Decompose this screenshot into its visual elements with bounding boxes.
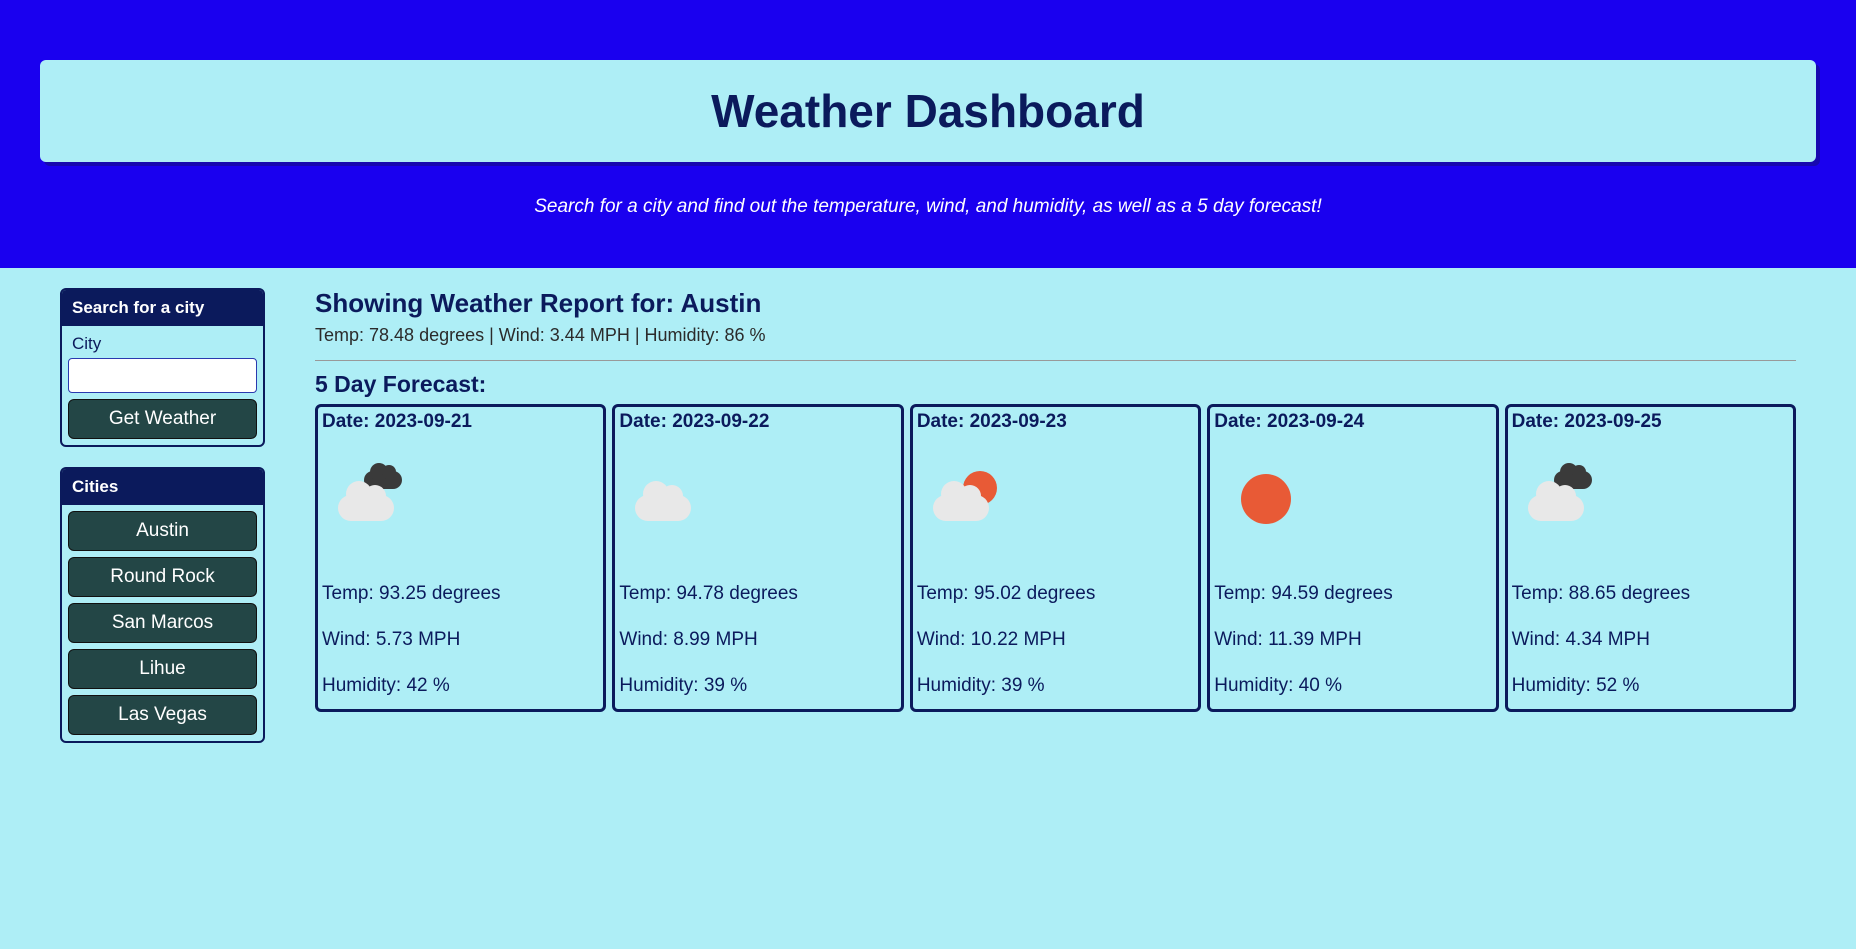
forecast-temp: Temp: 94.59 degrees [1214, 583, 1491, 605]
forecast-wind: Wind: 8.99 MPH [619, 629, 896, 651]
cloud-dark-icon [1528, 471, 1600, 527]
city-history-button[interactable]: Round Rock [68, 557, 257, 597]
forecast-temp: Temp: 93.25 degrees [322, 583, 599, 605]
forecast-wind: Wind: 4.34 MPH [1512, 629, 1789, 651]
divider [315, 360, 1796, 361]
header: Weather Dashboard Search for a city and … [0, 0, 1856, 268]
forecast-card: Date: 2023-09-23 Temp: 95.02 degrees Wind:… [910, 404, 1201, 712]
forecast-icon-wrap [1214, 439, 1491, 559]
title-banner: Weather Dashboard [40, 60, 1816, 162]
forecast-wind: Wind: 5.73 MPH [322, 629, 599, 651]
forecast-wind: Wind: 10.22 MPH [917, 629, 1194, 651]
forecast-icon-wrap [1512, 439, 1789, 559]
search-panel-body: City Get Weather [62, 326, 263, 445]
forecast-humidity: Humidity: 42 % [322, 675, 599, 697]
forecast-date: Date: 2023-09-22 [619, 411, 896, 433]
search-panel-title: Search for a city [62, 290, 263, 326]
forecast-cards: Date: 2023-09-21 Temp: 93.25 degrees Wind:… [315, 404, 1796, 712]
cloud-sun-icon [933, 471, 1005, 527]
forecast-date: Date: 2023-09-23 [917, 411, 1194, 433]
forecast-card: Date: 2023-09-25 Temp: 88.65 degrees Wind:… [1505, 404, 1796, 712]
cities-panel: Cities Austin Round Rock San Marcos Lihue La… [60, 467, 265, 743]
page-title: Weather Dashboard [64, 84, 1792, 138]
get-weather-button[interactable]: Get Weather [68, 399, 257, 439]
forecast-card: Date: 2023-09-24 Temp: 94.59 degrees Wind:… [1207, 404, 1498, 712]
city-history-button[interactable]: Las Vegas [68, 695, 257, 735]
page-subtitle: Search for a city and find out the tempe… [40, 196, 1816, 218]
forecast-title: 5 Day Forecast: [315, 371, 1796, 398]
sidebar: Search for a city City Get Weather Citie… [60, 288, 265, 763]
forecast-date: Date: 2023-09-25 [1512, 411, 1789, 433]
forecast-temp: Temp: 88.65 degrees [1512, 583, 1789, 605]
city-field-label: City [68, 332, 257, 358]
forecast-humidity: Humidity: 39 % [619, 675, 896, 697]
cloud-dark-icon [338, 471, 410, 527]
forecast-humidity: Humidity: 40 % [1214, 675, 1491, 697]
search-panel: Search for a city City Get Weather [60, 288, 265, 447]
forecast-humidity: Humidity: 52 % [1512, 675, 1789, 697]
forecast-icon-wrap [619, 439, 896, 559]
city-history-button[interactable]: Austin [68, 511, 257, 551]
forecast-humidity: Humidity: 39 % [917, 675, 1194, 697]
forecast-date: Date: 2023-09-21 [322, 411, 599, 433]
forecast-icon-wrap [917, 439, 1194, 559]
cities-list: Austin Round Rock San Marcos Lihue Las Vegas [62, 505, 263, 741]
content-area: Search for a city City Get Weather Citie… [0, 268, 1856, 783]
forecast-card: Date: 2023-09-22 Temp: 94.78 degrees Wind:… [612, 404, 903, 712]
city-input[interactable] [68, 358, 257, 393]
city-history-button[interactable]: San Marcos [68, 603, 257, 643]
city-history-button[interactable]: Lihue [68, 649, 257, 689]
current-conditions: Temp: 78.48 degrees | Wind: 3.44 MPH | H… [315, 325, 1796, 346]
sun-icon [1230, 471, 1302, 527]
main-report: Showing Weather Report for: Austin Temp:… [315, 288, 1796, 712]
forecast-temp: Temp: 95.02 degrees [917, 583, 1194, 605]
forecast-temp: Temp: 94.78 degrees [619, 583, 896, 605]
forecast-date: Date: 2023-09-24 [1214, 411, 1491, 433]
cities-panel-title: Cities [62, 469, 263, 505]
cloud-icon [635, 471, 707, 527]
forecast-card: Date: 2023-09-21 Temp: 93.25 degrees Wind:… [315, 404, 606, 712]
forecast-wind: Wind: 11.39 MPH [1214, 629, 1491, 651]
report-title: Showing Weather Report for: Austin [315, 288, 1796, 319]
forecast-icon-wrap [322, 439, 599, 559]
